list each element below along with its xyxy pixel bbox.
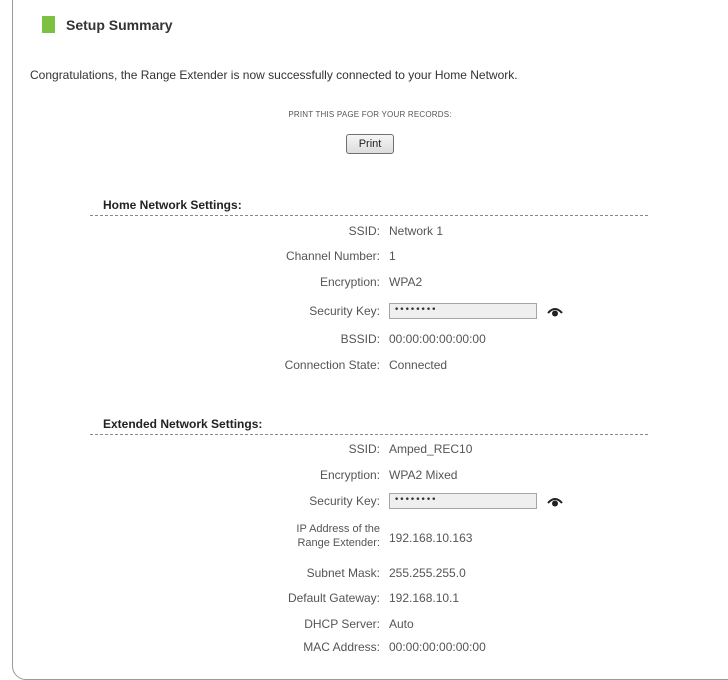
ext-gateway-value: 192.168.10.1	[389, 591, 460, 605]
page-title: Setup Summary	[66, 16, 173, 33]
extended-network-title: Extended Network Settings:	[103, 417, 263, 431]
eye-icon[interactable]	[547, 304, 563, 320]
home-bssid-value: 00:00:00:00:00:00	[389, 332, 486, 346]
success-message: Congratulations, the Range Extender is n…	[30, 68, 518, 82]
home-state-label: Connection State:	[284, 358, 380, 372]
ext-dhcp-label: DHCP Server:	[304, 617, 380, 631]
home-ssid-label: SSID:	[348, 224, 380, 238]
ext-ip-label: IP Address of the Range Extender:	[296, 522, 380, 550]
ext-ssid-label: SSID:	[348, 442, 380, 456]
ext-subnet-label: Subnet Mask:	[306, 566, 380, 580]
section-header: Setup Summary	[42, 16, 173, 33]
ext-encryption-label: Encryption:	[319, 468, 380, 482]
ext-dhcp-value: Auto	[389, 617, 414, 631]
extended-network-divider	[90, 434, 648, 435]
home-security-key-row: Security Key: ••••••••	[90, 303, 650, 321]
home-security-key-label: Security Key:	[309, 304, 380, 318]
ext-security-key-field[interactable]: ••••••••	[389, 493, 537, 509]
ext-security-key-row: Security Key: ••••••••	[90, 493, 650, 511]
home-state-value: Connected	[389, 358, 448, 372]
print-note: PRINT THIS PAGE FOR YOUR RECORDS:	[288, 110, 452, 119]
home-channel-label: Channel Number:	[285, 249, 380, 263]
ext-ssid-value: Amped_REC10	[389, 442, 473, 456]
ext-ip-row: IP Address of the Range Extender: 192.16…	[90, 522, 650, 554]
home-encryption-value: WPA2	[389, 275, 423, 289]
title-marker-icon	[42, 16, 55, 33]
home-network-divider	[90, 215, 648, 216]
home-security-key-field[interactable]: ••••••••	[389, 303, 537, 319]
home-network-title: Home Network Settings:	[103, 198, 242, 212]
ext-encryption-value: WPA2 Mixed	[389, 468, 458, 482]
home-ssid-value: Network 1	[389, 224, 444, 238]
ext-ip-label-line1: IP Address of the	[296, 523, 380, 535]
home-bssid-label: BSSID:	[340, 332, 380, 346]
eye-icon[interactable]	[547, 494, 563, 510]
ext-mac-label: MAC Address:	[303, 640, 380, 654]
ext-ip-value: 192.168.10.163	[389, 531, 473, 545]
print-button[interactable]: Print	[346, 134, 394, 154]
ext-gateway-label: Default Gateway:	[287, 591, 380, 605]
home-channel-value: 1	[389, 249, 396, 263]
home-encryption-label: Encryption:	[319, 275, 380, 289]
ext-security-key-label: Security Key:	[309, 494, 380, 508]
ext-subnet-value: 255.255.255.0	[389, 566, 466, 580]
ext-ip-label-line2: Range Extender:	[297, 537, 380, 549]
ext-mac-value: 00:00:00:00:00:00	[389, 640, 486, 654]
